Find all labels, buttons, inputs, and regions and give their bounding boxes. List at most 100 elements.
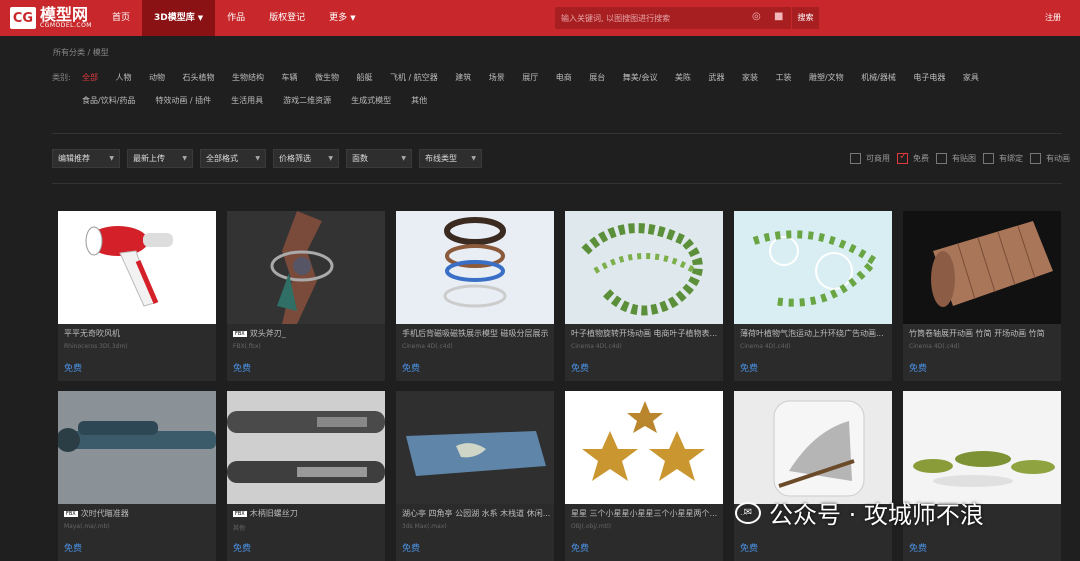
model-card[interactable]: 叶子植物旋转开场动画 电商叶子植物表... Cinema 4D(.c4d) 免费 xyxy=(565,211,723,381)
camera-icon[interactable]: ■ xyxy=(774,11,783,22)
model-card[interactable]: 手机后背磁吸磁铁展示模型 磁吸分层展示 Cinema 4D(.c4d) 免费 xyxy=(396,211,554,381)
model-thumbnail[interactable] xyxy=(58,211,216,324)
model-title[interactable]: FBX 次时代瞄准器 xyxy=(64,508,212,519)
nav-3d-model-library[interactable]: 3D模型库 ▼ xyxy=(142,0,216,36)
category-item[interactable]: 武器 xyxy=(708,72,724,83)
site-logo[interactable]: CG 模型网 CGMODEL.COM xyxy=(10,6,92,30)
model-thumbnail[interactable] xyxy=(903,211,1061,324)
model-thumbnail[interactable] xyxy=(227,391,385,504)
model-title[interactable]: 湖心亭 四角亭 公园湖 水系 木栈道 休闲... xyxy=(402,508,550,519)
model-thumbnail[interactable] xyxy=(565,211,723,324)
main-nav: 首页 3D模型库 ▼ 作品 版权登记 更多 ▼ xyxy=(100,0,368,36)
checkbox-free[interactable]: 免费 xyxy=(897,151,929,164)
checkbox[interactable] xyxy=(850,153,861,164)
category-item[interactable]: 船艇 xyxy=(357,72,373,83)
model-card[interactable]: 竹筒卷轴展开动画 竹简 开场动画 竹简 Cinema 4D(.c4d) 免费 xyxy=(903,211,1061,381)
model-thumbnail[interactable] xyxy=(565,391,723,504)
checkbox-commercial[interactable]: 可商用 xyxy=(850,153,890,164)
nav-works[interactable]: 作品 xyxy=(215,0,257,36)
category-item[interactable]: 飞机 / 航空器 xyxy=(390,72,438,83)
checkbox[interactable] xyxy=(936,153,947,164)
category-item[interactable]: 家具 xyxy=(963,72,979,83)
search-button[interactable]: 搜索 xyxy=(792,7,819,29)
checkbox-textured[interactable]: 有贴图 xyxy=(936,153,976,164)
category-item[interactable]: 全部 xyxy=(82,72,98,83)
model-title[interactable]: 叶子植物旋转开场动画 电商叶子植物表... xyxy=(571,328,719,339)
category-item[interactable]: 生物结构 xyxy=(232,72,264,83)
filter-bar: 编辑推荐 ▼ 最新上传 ▼ 全部格式 ▼ 价格筛选 ▼ 面数 ▼ 布线类型 ▼ xyxy=(52,149,482,168)
category-item[interactable]: 舞美/会议 xyxy=(623,72,658,83)
category-item[interactable]: 石头植物 xyxy=(183,72,215,83)
category-item[interactable]: 电商 xyxy=(556,72,572,83)
model-title[interactable]: 手机后背磁吸磁铁展示模型 磁吸分层展示 xyxy=(402,328,550,339)
model-card[interactable]: 湖心亭 四角亭 公园湖 水系 木栈道 休闲... 3ds Max(.max) 免… xyxy=(396,391,554,561)
model-thumbnail[interactable] xyxy=(396,211,554,324)
category-item[interactable]: 人物 xyxy=(116,72,132,83)
model-format: Rhinoceros 3D(.3dm) xyxy=(64,343,128,350)
model-thumbnail[interactable] xyxy=(734,391,892,504)
category-item[interactable]: 其他 xyxy=(411,95,427,106)
filter-format[interactable]: 全部格式 ▼ xyxy=(200,149,266,168)
checkbox[interactable] xyxy=(983,153,994,164)
register-link[interactable]: 注册 xyxy=(1045,0,1061,36)
model-thumbnail[interactable] xyxy=(227,211,385,324)
checkbox[interactable] xyxy=(1030,153,1041,164)
model-format: Cinema 4D(.c4d) xyxy=(740,343,791,350)
filter-latest-upload[interactable]: 最新上传 ▼ xyxy=(127,149,193,168)
category-item[interactable]: 食品/饮料/药品 xyxy=(82,95,135,106)
image-search-icon[interactable]: ◎ xyxy=(752,11,761,22)
nav-more[interactable]: 更多 ▼ xyxy=(317,0,367,36)
model-thumbnail[interactable] xyxy=(58,391,216,504)
model-title[interactable]: 星星 三个小星星小星星三个小星星两个... xyxy=(571,508,719,519)
nav-home[interactable]: 首页 xyxy=(100,0,142,36)
category-item[interactable]: 电子电器 xyxy=(913,72,945,83)
category-item[interactable]: 展台 xyxy=(589,72,605,83)
model-card[interactable]: 平平无奇吹风机 Rhinoceros 3D(.3dm) 免费 xyxy=(58,211,216,381)
category-item[interactable]: 生成式模型 xyxy=(351,95,391,106)
category-item[interactable]: 特效动画 / 插件 xyxy=(155,95,211,106)
breadcrumb[interactable]: 所有分类 / 模型 xyxy=(53,47,109,58)
filter-topology[interactable]: 布线类型 ▼ xyxy=(419,149,482,168)
checkbox-rigged[interactable]: 有绑定 xyxy=(983,153,1023,164)
model-card[interactable]: ... 免费 xyxy=(734,391,892,561)
model-card[interactable]: 免费 xyxy=(903,391,1061,561)
scope-image xyxy=(58,421,216,452)
search-input[interactable] xyxy=(561,9,741,27)
category-item[interactable]: 游戏二维资源 xyxy=(283,95,331,106)
chevron-down-icon: ▼ xyxy=(182,155,187,162)
filter-price[interactable]: 价格筛选 ▼ xyxy=(273,149,339,168)
model-format: FBX(.fbx) xyxy=(233,343,261,350)
model-thumbnail[interactable] xyxy=(903,391,1061,504)
mint-bubbles-image xyxy=(752,230,880,307)
model-card[interactable]: 星星 三个小星星小星星三个小星星两个... OBJ(.obj/.mtl) 免费 xyxy=(565,391,723,561)
model-card[interactable]: FBX 木柄旧螺丝刀 其他 免费 xyxy=(227,391,385,561)
category-item[interactable]: 动物 xyxy=(149,72,165,83)
filter-editor-pick[interactable]: 编辑推荐 ▼ xyxy=(52,149,120,168)
category-item[interactable]: 微生物 xyxy=(315,72,339,83)
checkbox-checked[interactable] xyxy=(897,151,908,164)
model-card[interactable]: FBX 次时代瞄准器 Maya(.ma/.mb) 免费 xyxy=(58,391,216,561)
model-title[interactable]: 薄荷叶植物气泡运动上升环绕广告动画... xyxy=(740,328,888,339)
model-thumbnail[interactable] xyxy=(396,391,554,504)
category-item[interactable]: 车辆 xyxy=(282,72,298,83)
model-card[interactable]: 薄荷叶植物气泡运动上升环绕广告动画... Cinema 4D(.c4d) 免费 xyxy=(734,211,892,381)
category-item[interactable]: 雕塑/文物 xyxy=(809,72,844,83)
filter-face-count[interactable]: 面数 ▼ xyxy=(346,149,412,168)
model-title[interactable]: 竹筒卷轴展开动画 竹简 开场动画 竹简 xyxy=(909,328,1057,339)
category-item[interactable]: 生活用具 xyxy=(231,95,263,106)
category-item[interactable]: 场景 xyxy=(489,72,505,83)
checkbox-animated[interactable]: 有动画 xyxy=(1030,153,1070,164)
category-item[interactable]: 家装 xyxy=(742,72,758,83)
category-item[interactable]: 建筑 xyxy=(455,72,471,83)
category-item[interactable]: 工装 xyxy=(775,72,791,83)
price-label: 免费 xyxy=(64,364,83,374)
model-title[interactable]: FBX 双头斧刃_ xyxy=(233,328,381,339)
category-item[interactable]: 美陈 xyxy=(675,72,691,83)
model-title[interactable]: FBX 木柄旧螺丝刀 xyxy=(233,508,381,519)
model-card[interactable]: FBX 双头斧刃_ FBX(.fbx) 免费 xyxy=(227,211,385,381)
category-item[interactable]: 展厅 xyxy=(522,72,538,83)
nav-copyright[interactable]: 版权登记 xyxy=(257,0,317,36)
model-title[interactable]: 平平无奇吹风机 xyxy=(64,328,212,339)
model-thumbnail[interactable] xyxy=(734,211,892,324)
category-item[interactable]: 机械/器械 xyxy=(861,72,896,83)
